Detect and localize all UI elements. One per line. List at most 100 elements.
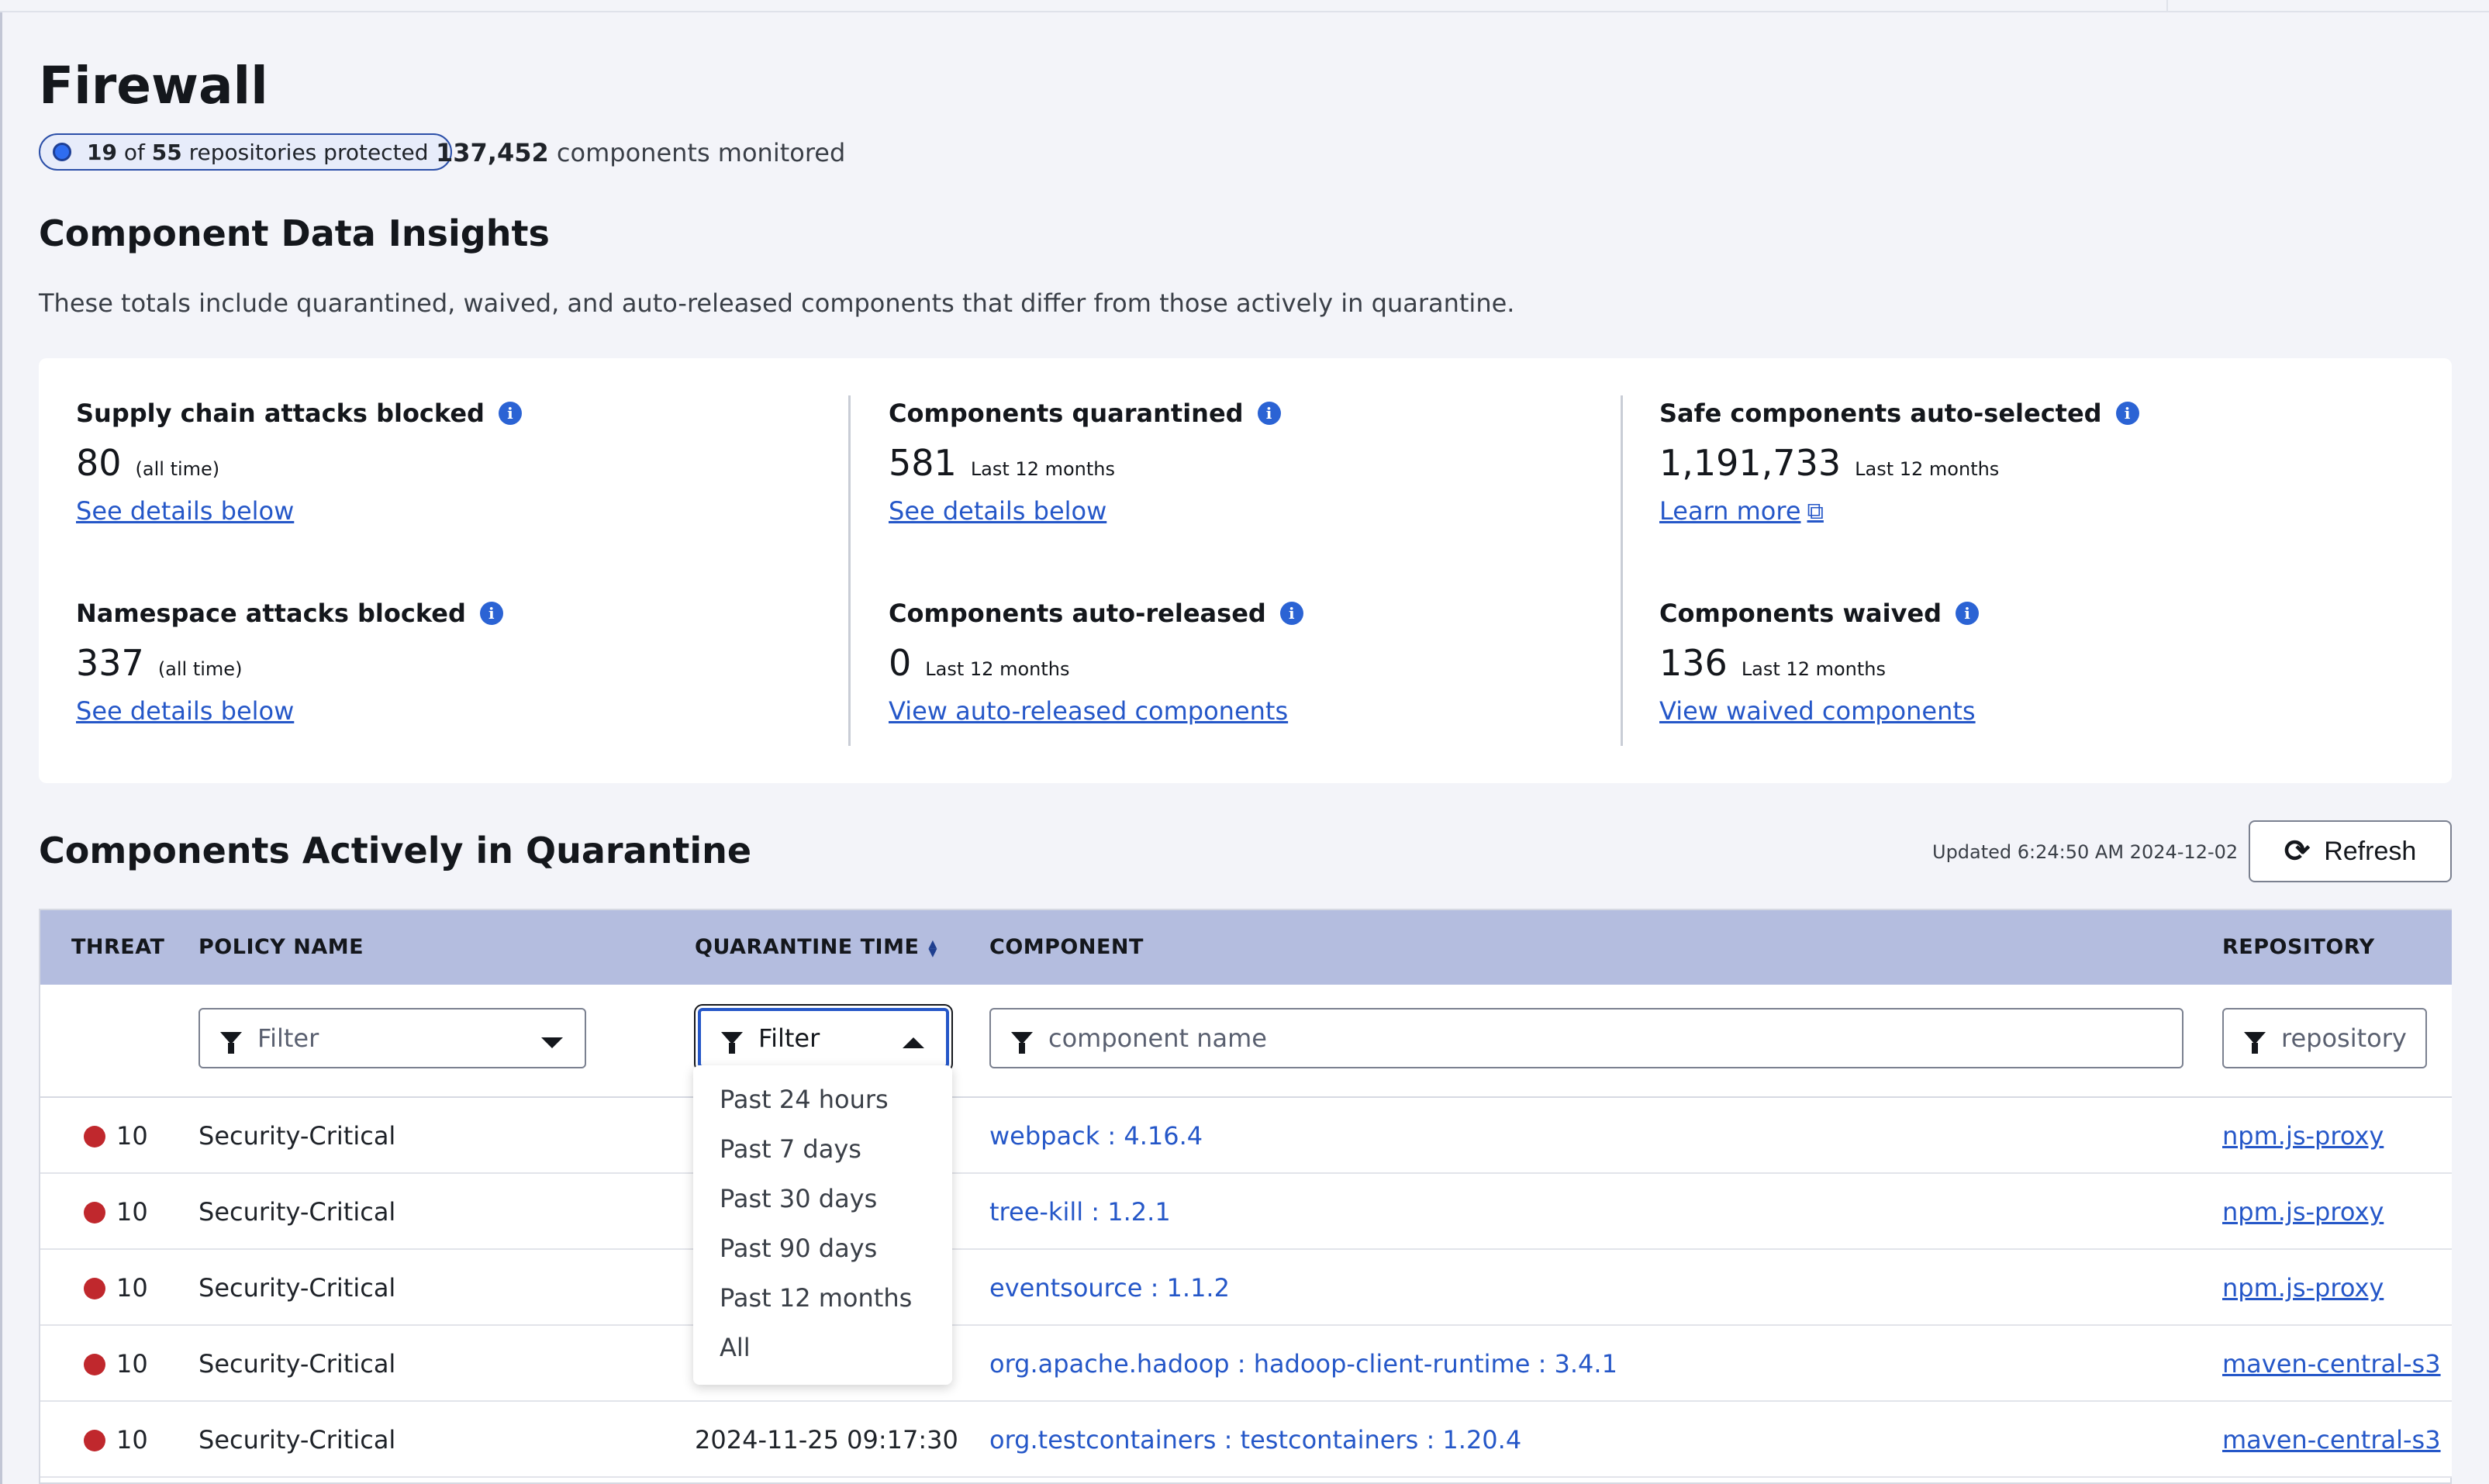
info-icon[interactable]: i bbox=[2115, 402, 2139, 425]
updated-timestamp: Updated 6:24:50 AM 2024-12-02 bbox=[1932, 841, 2239, 863]
quarantine-title: Components Actively in Quarantine bbox=[39, 830, 752, 871]
column-header-policy[interactable]: POLICY NAME bbox=[198, 935, 364, 959]
insights-description: These totals include quarantined, waived… bbox=[39, 288, 1515, 318]
component-link[interactable]: tree-kill : 1.2.1 bbox=[989, 1197, 1171, 1227]
dropdown-option-past-7-days[interactable]: Past 7 days bbox=[693, 1124, 952, 1174]
dropdown-option-past-90-days[interactable]: Past 90 days bbox=[693, 1223, 952, 1273]
repository-link[interactable]: npm.js-proxy bbox=[2222, 1121, 2384, 1151]
threat-score: 10 bbox=[116, 1121, 148, 1151]
policy-name: Security-Critical bbox=[198, 1349, 396, 1379]
chevron-up-icon bbox=[903, 1037, 924, 1048]
repository-link[interactable]: npm.js-proxy bbox=[2222, 1197, 2384, 1227]
insights-title: Component Data Insights bbox=[39, 212, 550, 254]
quarantine-time-filter-select[interactable]: Filter bbox=[698, 1008, 949, 1068]
info-icon[interactable]: i bbox=[1257, 402, 1281, 425]
learn-more-link[interactable]: Learn more ⧉ bbox=[1659, 496, 1824, 526]
threat-level-icon bbox=[84, 1278, 105, 1299]
policy-name: Security-Critical bbox=[198, 1121, 396, 1151]
threat-score: 10 bbox=[116, 1273, 148, 1303]
repository-filter[interactable]: repository bbox=[2222, 1008, 2427, 1068]
policy-filter-value: Filter bbox=[257, 1023, 319, 1053]
column-header-threat[interactable]: THREAT bbox=[71, 935, 164, 959]
refresh-icon: ⟳ bbox=[2284, 834, 2311, 868]
filter-icon bbox=[1011, 1032, 1033, 1054]
policy-name: Security-Critical bbox=[198, 1273, 396, 1303]
column-header-component[interactable]: COMPONENT bbox=[989, 935, 1144, 959]
dropdown-option-past-12-months[interactable]: Past 12 months bbox=[693, 1273, 952, 1323]
filter-icon bbox=[721, 1032, 743, 1054]
filter-icon bbox=[2244, 1032, 2266, 1054]
metric-period: Last 12 months bbox=[1855, 458, 2000, 480]
threat-level-icon bbox=[84, 1354, 105, 1375]
component-link[interactable]: org.testcontainers : testcontainers : 1.… bbox=[989, 1425, 1521, 1455]
repositories-protected-badge[interactable]: 19 of 55 repositories protected bbox=[39, 133, 452, 171]
metric-label: Namespace attacks blocked bbox=[76, 599, 466, 628]
info-icon[interactable]: i bbox=[1279, 602, 1303, 625]
threat-level-icon bbox=[84, 1430, 105, 1451]
metric-label: Supply chain attacks blocked bbox=[76, 399, 485, 428]
threat-score: 10 bbox=[116, 1349, 148, 1379]
component-name-filter[interactable]: component name bbox=[989, 1008, 2183, 1068]
metric-value: 1,191,733 bbox=[1659, 442, 1842, 484]
repository-filter-placeholder: repository bbox=[2281, 1023, 2407, 1053]
filter-row: Filter Filter component name repository bbox=[40, 985, 2452, 1098]
external-link-icon: ⧉ bbox=[1807, 497, 1824, 525]
metric-namespace: Namespace attacks blocked i 337 (all time)… bbox=[76, 599, 503, 726]
column-header-repository[interactable]: REPOSITORY bbox=[2222, 935, 2375, 959]
metric-value: 581 bbox=[889, 442, 957, 484]
policy-name: Security-Critical bbox=[198, 1425, 396, 1455]
dropdown-option-all[interactable]: All bbox=[693, 1323, 952, 1372]
table-row[interactable]: 10 Security-Critical 2024-11-25 09:17:30… bbox=[40, 1402, 2452, 1478]
component-link[interactable]: webpack : 4.16.4 bbox=[989, 1121, 1203, 1151]
metric-period: Last 12 months bbox=[1741, 658, 1886, 680]
metric-supply-chain: Supply chain attacks blocked i 80 (all tim… bbox=[76, 399, 522, 526]
info-icon[interactable]: i bbox=[1956, 602, 1980, 625]
metric-auto-selected: Safe components auto-selected i 1,191,733… bbox=[1659, 399, 2139, 526]
metric-value: 80 bbox=[76, 442, 122, 484]
threat-level-icon bbox=[84, 1202, 105, 1223]
refresh-button[interactable]: ⟳ Refresh bbox=[2249, 820, 2452, 882]
table-row[interactable]: 10 Security-Critical org.apache.hadoop :… bbox=[40, 1326, 2452, 1402]
page-title: Firewall bbox=[39, 56, 268, 116]
info-icon[interactable]: i bbox=[479, 602, 503, 625]
repository-link[interactable]: maven-central-s3 bbox=[2222, 1349, 2441, 1379]
threat-level-icon bbox=[84, 1126, 105, 1148]
metric-value: 0 bbox=[889, 642, 912, 684]
dropdown-option-past-24-hours[interactable]: Past 24 hours bbox=[693, 1075, 952, 1124]
component-link[interactable]: eventsource : 1.1.2 bbox=[989, 1273, 1230, 1303]
table-row[interactable]: 10 Security-Critical eventsource : 1.1.2… bbox=[40, 1250, 2452, 1326]
column-divider bbox=[848, 395, 851, 746]
column-header-quarantine-time[interactable]: QUARANTINE TIME ▴ ▾ bbox=[695, 935, 937, 961]
top-bar bbox=[0, 0, 2489, 12]
view-auto-released-link[interactable]: View auto-released components bbox=[889, 696, 1288, 726]
policy-filter-select[interactable]: Filter bbox=[198, 1008, 586, 1068]
see-details-link[interactable]: See details below bbox=[889, 496, 1106, 526]
quarantine-table: THREAT POLICY NAME QUARANTINE TIME ▴ ▾ COM… bbox=[39, 909, 2452, 1484]
see-details-link[interactable]: See details below bbox=[76, 696, 294, 726]
time-filter-value: Filter bbox=[758, 1023, 820, 1053]
info-icon[interactable]: i bbox=[498, 402, 522, 425]
status-dot-icon bbox=[53, 143, 71, 161]
table-row[interactable]: 10 Security-Critical webpack : 4.16.4 np… bbox=[40, 1098, 2452, 1174]
refresh-label: Refresh bbox=[2324, 836, 2417, 866]
repository-link[interactable]: npm.js-proxy bbox=[2222, 1273, 2384, 1303]
view-waived-link[interactable]: View waived components bbox=[1659, 696, 1976, 726]
quarantine-time: 2024-11-25 09:17:30 bbox=[695, 1425, 958, 1455]
table-row[interactable]: 10 Security-Critical tree-kill : 1.2.1 n… bbox=[40, 1174, 2452, 1250]
repository-link[interactable]: maven-central-s3 bbox=[2222, 1425, 2441, 1455]
column-divider bbox=[1621, 395, 1623, 746]
see-details-link[interactable]: See details below bbox=[76, 496, 294, 526]
left-nav-edge bbox=[0, 12, 2, 1484]
components-monitored: 137,452 components monitored bbox=[436, 138, 846, 167]
insights-card: Supply chain attacks blocked i 80 (all tim… bbox=[39, 358, 2452, 783]
policy-name: Security-Critical bbox=[198, 1197, 396, 1227]
component-link[interactable]: org.apache.hadoop : hadoop-client-runtim… bbox=[989, 1349, 1617, 1379]
sort-icon[interactable]: ▴ ▾ bbox=[928, 935, 937, 961]
metric-label: Components waived bbox=[1659, 599, 1942, 628]
repos-protected-text: 19 of 55 repositories protected bbox=[87, 139, 429, 165]
metric-label: Safe components auto-selected bbox=[1659, 399, 2102, 428]
quarantine-time-dropdown: Past 24 hours Past 7 days Past 30 days P… bbox=[693, 1065, 952, 1385]
table-header: THREAT POLICY NAME QUARANTINE TIME ▴ ▾ COM… bbox=[40, 910, 2452, 985]
dropdown-option-past-30-days[interactable]: Past 30 days bbox=[693, 1174, 952, 1223]
threat-score: 10 bbox=[116, 1425, 148, 1455]
